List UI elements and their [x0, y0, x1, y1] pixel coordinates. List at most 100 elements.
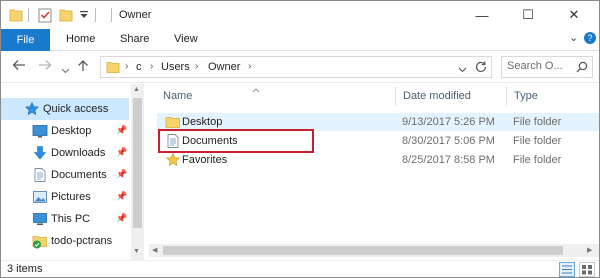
nav-item-pictures[interactable]: Pictures 📌: [1, 186, 129, 208]
refresh-icon[interactable]: [474, 60, 488, 77]
item-count: 3 items: [7, 263, 43, 275]
desktop-folder-icon: [32, 123, 48, 139]
search-icon[interactable]: [576, 61, 588, 76]
column-header-type[interactable]: Type: [514, 90, 538, 102]
chevron-right-icon[interactable]: ›: [248, 61, 251, 72]
tab-view[interactable]: View: [174, 33, 198, 45]
table-row[interactable]: Favorites 8/25/2017 8:58 PM File folder: [157, 151, 599, 169]
large-icons-view-button[interactable]: [579, 262, 595, 277]
pin-icon[interactable]: 📌: [116, 169, 127, 180]
sort-up-icon: [252, 84, 260, 96]
folder-icon: [106, 60, 120, 77]
nav-item-label: Quick access: [43, 103, 109, 115]
nav-item-todo-pctrans[interactable]: todo-pctrans: [1, 230, 129, 252]
file-name: Favorites: [182, 154, 228, 166]
file-explorer-window: Owner — ☐ ✕ File Home Share View ⌄ ? › c…: [0, 0, 600, 278]
title-bar: Owner — ☐ ✕: [1, 1, 599, 29]
file-type: File folder: [513, 116, 562, 128]
file-date: 9/13/2017 5:26 PM: [402, 116, 495, 128]
folder-icon: [165, 114, 181, 130]
nav-item-label: Documents: [51, 169, 107, 181]
star-icon: [24, 101, 40, 117]
nav-item-label: This PC: [51, 213, 91, 225]
file-list: Name Date modified Type Desktop 9/13/201…: [149, 84, 599, 260]
chevron-right-icon[interactable]: ›: [195, 61, 198, 72]
pin-icon[interactable]: 📌: [116, 147, 127, 158]
breadcrumb-users[interactable]: Users: [161, 61, 190, 73]
properties-icon[interactable]: [37, 7, 53, 23]
toolbar-divider: [95, 8, 96, 22]
chevron-down-icon[interactable]: [458, 64, 467, 76]
search-box[interactable]: [501, 56, 593, 78]
document-icon: [32, 167, 48, 183]
search-input[interactable]: [507, 60, 573, 72]
nav-item-label: Desktop: [51, 125, 92, 137]
new-folder-icon[interactable]: [59, 7, 73, 23]
status-bar: 3 items: [1, 260, 599, 277]
tab-home[interactable]: Home: [66, 33, 95, 45]
pin-icon[interactable]: 📌: [116, 191, 127, 202]
file-date: 8/25/2017 8:58 PM: [402, 154, 495, 166]
chevron-right-icon[interactable]: ›: [150, 61, 153, 72]
customize-toolbar-icon[interactable]: [79, 9, 89, 25]
chevron-right-icon[interactable]: ›: [125, 61, 128, 72]
nav-pane-scrollbar[interactable]: ▲ ▼: [131, 84, 144, 260]
pictures-icon: [32, 189, 48, 205]
file-date: 8/30/2017 5:06 PM: [402, 135, 495, 147]
expand-ribbon-icon[interactable]: ⌄: [569, 31, 578, 44]
title-divider: [111, 8, 112, 22]
minimize-button[interactable]: —: [459, 1, 505, 29]
nav-item-label: todo-pctrans: [51, 235, 113, 247]
nav-item-desktop[interactable]: Desktop 📌: [1, 120, 129, 142]
column-header-date[interactable]: Date modified: [403, 90, 471, 102]
toolbar-divider: [28, 8, 29, 22]
back-arrow-icon[interactable]: [12, 59, 26, 74]
highlight-box: [158, 129, 314, 153]
nav-item-quick-access[interactable]: Quick access: [1, 98, 129, 120]
nav-item-label: Downloads: [51, 147, 106, 159]
nav-item-this-pc[interactable]: This PC 📌: [1, 208, 129, 230]
nav-item-documents[interactable]: Documents 📌: [1, 164, 129, 186]
file-list-scrollbar[interactable]: ◀ ▶: [149, 244, 599, 257]
forward-arrow-icon[interactable]: [38, 59, 52, 74]
column-divider[interactable]: [395, 86, 396, 106]
ribbon-tabs: File Home Share View ⌄ ?: [1, 29, 599, 51]
scrollbar-thumb[interactable]: [163, 246, 563, 255]
tab-share[interactable]: Share: [120, 33, 149, 45]
breadcrumb-owner[interactable]: Owner: [208, 61, 240, 73]
scroll-left-icon[interactable]: ◀: [152, 246, 157, 254]
close-button[interactable]: ✕: [551, 1, 597, 29]
computer-icon: [32, 211, 48, 227]
file-type: File folder: [513, 135, 562, 147]
recent-locations-icon[interactable]: [61, 62, 70, 77]
pin-icon[interactable]: 📌: [116, 125, 127, 136]
maximize-button[interactable]: ☐: [505, 1, 551, 29]
synced-folder-icon: [32, 233, 48, 249]
window-title: Owner: [119, 9, 152, 21]
breadcrumb-c[interactable]: c: [136, 61, 142, 73]
details-view-button[interactable]: [559, 262, 575, 277]
folder-icon[interactable]: [9, 7, 23, 23]
column-header-name[interactable]: Name: [163, 90, 192, 102]
details-view-icon: [562, 265, 572, 274]
column-divider[interactable]: [506, 86, 507, 106]
address-bar[interactable]: › c › Users › Owner ›: [100, 56, 492, 78]
tab-file[interactable]: File: [1, 29, 50, 51]
up-arrow-icon[interactable]: [77, 59, 89, 75]
scroll-up-icon[interactable]: ▲: [133, 86, 140, 93]
nav-item-label: Pictures: [51, 191, 91, 203]
nav-item-downloads[interactable]: Downloads 📌: [1, 142, 129, 164]
file-type: File folder: [513, 154, 562, 166]
minimize-icon: —: [475, 7, 489, 23]
download-arrow-icon: [32, 145, 48, 161]
scrollbar-thumb[interactable]: [133, 98, 142, 228]
navigation-pane: Quick access Desktop 📌 Downloads 📌 Docum…: [1, 84, 144, 260]
address-row: › c › Users › Owner ›: [1, 51, 599, 83]
maximize-icon: ☐: [522, 7, 534, 22]
close-icon: ✕: [568, 7, 580, 22]
pin-icon[interactable]: 📌: [116, 213, 127, 224]
scroll-down-icon[interactable]: ▼: [133, 248, 140, 255]
file-name: Desktop: [182, 116, 223, 128]
scroll-right-icon[interactable]: ▶: [587, 246, 592, 254]
help-icon[interactable]: ?: [584, 32, 596, 44]
